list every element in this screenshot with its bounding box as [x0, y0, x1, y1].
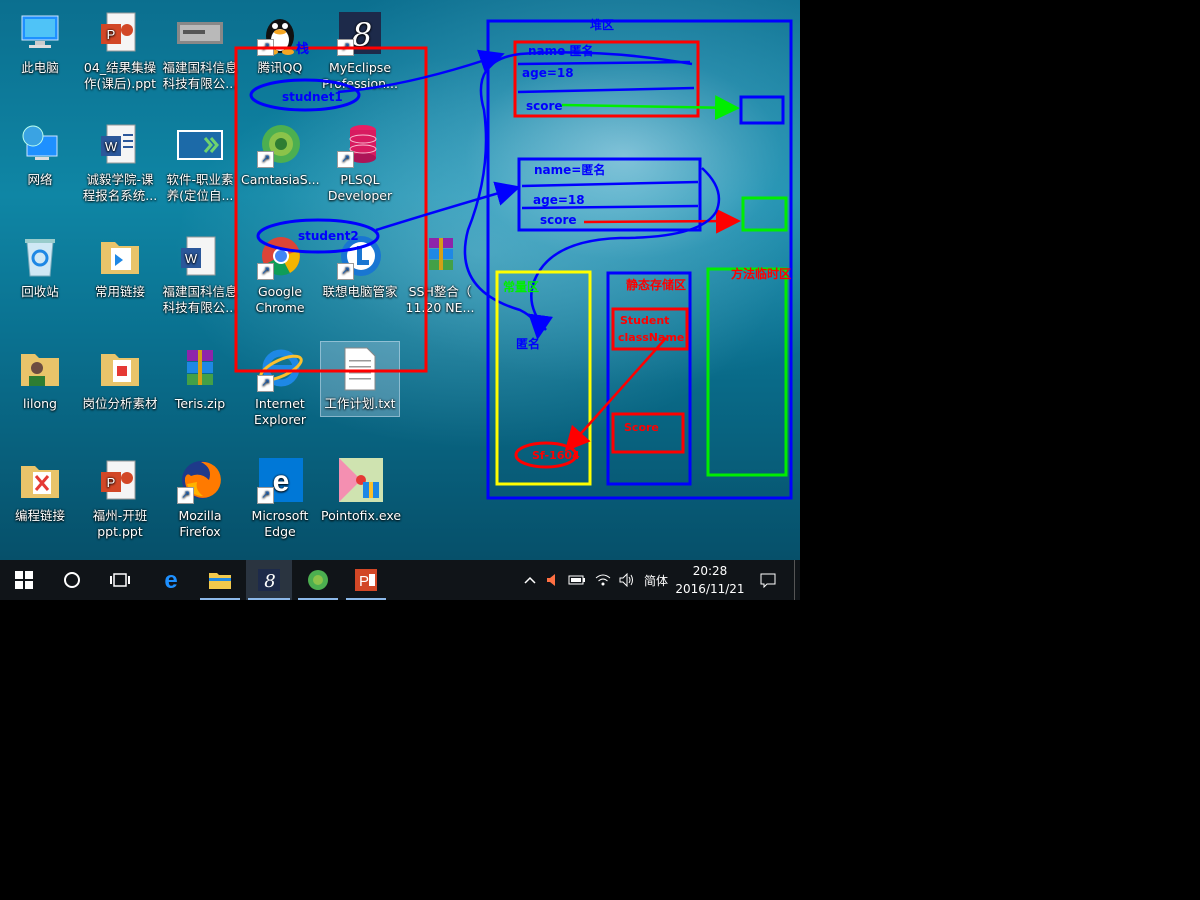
- svg-text:8: 8: [264, 571, 275, 592]
- object2-score-target: [741, 196, 788, 232]
- show-desktop-button[interactable]: [794, 560, 800, 600]
- svg-text:e: e: [164, 568, 177, 592]
- battery-icon: [568, 575, 585, 585]
- clock-date: 2016/11/21: [675, 582, 745, 596]
- volume-icon: [619, 573, 633, 587]
- speaker-orange-icon: [547, 574, 555, 586]
- clock-time: 20:28: [692, 564, 728, 578]
- cortana-button[interactable]: [48, 560, 96, 600]
- taskbar-myeclipse[interactable]: 8: [246, 560, 292, 600]
- folder-icon: [209, 573, 231, 589]
- tray-battery[interactable]: [566, 560, 588, 600]
- tray-ime[interactable]: 简体: [640, 560, 672, 600]
- myeclipse-icon: 8: [258, 569, 280, 592]
- taskbar-camtasia[interactable]: [296, 560, 340, 600]
- object1-name: name 匿名: [528, 43, 593, 58]
- tray-show-hidden[interactable]: [520, 560, 540, 600]
- notification-icon: [760, 573, 776, 588]
- tray-clock[interactable]: 20:28 2016/11/21: [670, 560, 750, 600]
- object1-score-target: [739, 95, 785, 125]
- desktop-screen: 此电脑 P 04_结果集操 作(课后).ppt 福建国科信息 科技有限公... …: [0, 0, 800, 600]
- object1-age: age=18: [522, 66, 574, 80]
- action-center-button[interactable]: [754, 560, 782, 600]
- object2-score: score: [540, 213, 577, 227]
- svg-text:P: P: [359, 573, 369, 590]
- method-area-box: [706, 267, 788, 477]
- sf-literal: Sf-1604: [532, 449, 580, 462]
- static-student-label: Student: [620, 314, 669, 327]
- object2-name: name=匿名: [534, 162, 605, 177]
- tray-app-icon[interactable]: [542, 560, 562, 600]
- windows-logo-icon: [15, 571, 33, 589]
- tray-volume[interactable]: [616, 560, 638, 600]
- static-classname-label: className: [618, 331, 684, 344]
- task-view-icon: [110, 573, 130, 587]
- object2-age: age=18: [533, 193, 585, 207]
- stack-label: 栈: [296, 41, 309, 57]
- tray-wifi[interactable]: [592, 560, 614, 600]
- chevron-up-icon: [524, 576, 536, 584]
- anon-literal: 匿名: [516, 336, 540, 351]
- static-area-label: 静态存储区: [626, 277, 686, 292]
- student1-label: studnet1: [282, 90, 343, 104]
- method-area-label: 方法临时区: [731, 266, 791, 281]
- taskbar: e 8 P 简体 20:28 2016/11/21: [0, 560, 800, 600]
- object1-score: score: [526, 99, 563, 113]
- taskbar-file-explorer[interactable]: [198, 560, 242, 600]
- camtasia-icon: [308, 570, 328, 590]
- static-score-label: Score: [624, 421, 659, 434]
- powerpoint-icon: P: [355, 569, 377, 591]
- pen-annotations-layer: 栈 studnet1 student2 堆区 name 匿名 age=18 sc…: [234, 17, 793, 500]
- edge-icon: e: [164, 568, 177, 592]
- cortana-circle-icon: [64, 572, 80, 588]
- start-button[interactable]: [0, 560, 48, 600]
- student2-label: student2: [298, 229, 359, 243]
- heap-label: 堆区: [590, 17, 614, 32]
- wifi-icon: [595, 574, 611, 586]
- taskbar-powerpoint[interactable]: P: [344, 560, 388, 600]
- taskbar-edge[interactable]: e: [148, 560, 194, 600]
- task-view-button[interactable]: [96, 560, 144, 600]
- constant-area-label: 常量区: [503, 279, 539, 294]
